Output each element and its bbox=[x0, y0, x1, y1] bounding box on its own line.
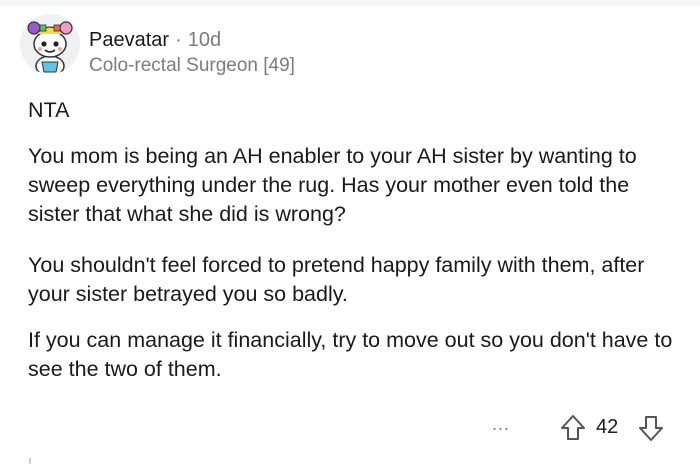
vote-score: 42 bbox=[596, 416, 619, 438]
avatar[interactable] bbox=[20, 14, 80, 74]
avatar-icon bbox=[20, 14, 80, 74]
page: Paevatar · 10d Colo-rectal Surgeon [49] NT… bbox=[0, 0, 700, 464]
upvote-arrow-icon bbox=[561, 415, 585, 440]
author-name[interactable]: Paevatar bbox=[89, 29, 169, 51]
comment-actions: ... 42 bbox=[0, 412, 700, 444]
thread-line bbox=[29, 458, 31, 464]
meta-separator: · bbox=[175, 29, 182, 51]
author-line: Paevatar · 10d bbox=[89, 28, 221, 52]
more-options-icon: ... bbox=[491, 414, 510, 434]
upvote-button[interactable] bbox=[560, 414, 586, 442]
comment-paragraph: NTA bbox=[28, 98, 70, 122]
comment-paragraph: If you can manage it financially, try to… bbox=[28, 328, 673, 381]
downvote-button[interactable] bbox=[638, 414, 664, 442]
user-flair: Colo-rectal Surgeon [49] bbox=[89, 55, 295, 76]
more-options-button[interactable]: ... bbox=[489, 412, 513, 440]
comment: Paevatar · 10d Colo-rectal Surgeon [49] NT… bbox=[0, 0, 700, 464]
comment-paragraph: You shouldn't feel forced to pretend hap… bbox=[28, 253, 645, 306]
downvote-arrow-icon bbox=[639, 416, 663, 441]
comment-age: 10d bbox=[187, 29, 222, 51]
comment-paragraph: You mom is being an AH enabler to your A… bbox=[28, 144, 637, 226]
comment-body: NTA You mom is being an AH enabler to yo… bbox=[28, 96, 678, 401]
